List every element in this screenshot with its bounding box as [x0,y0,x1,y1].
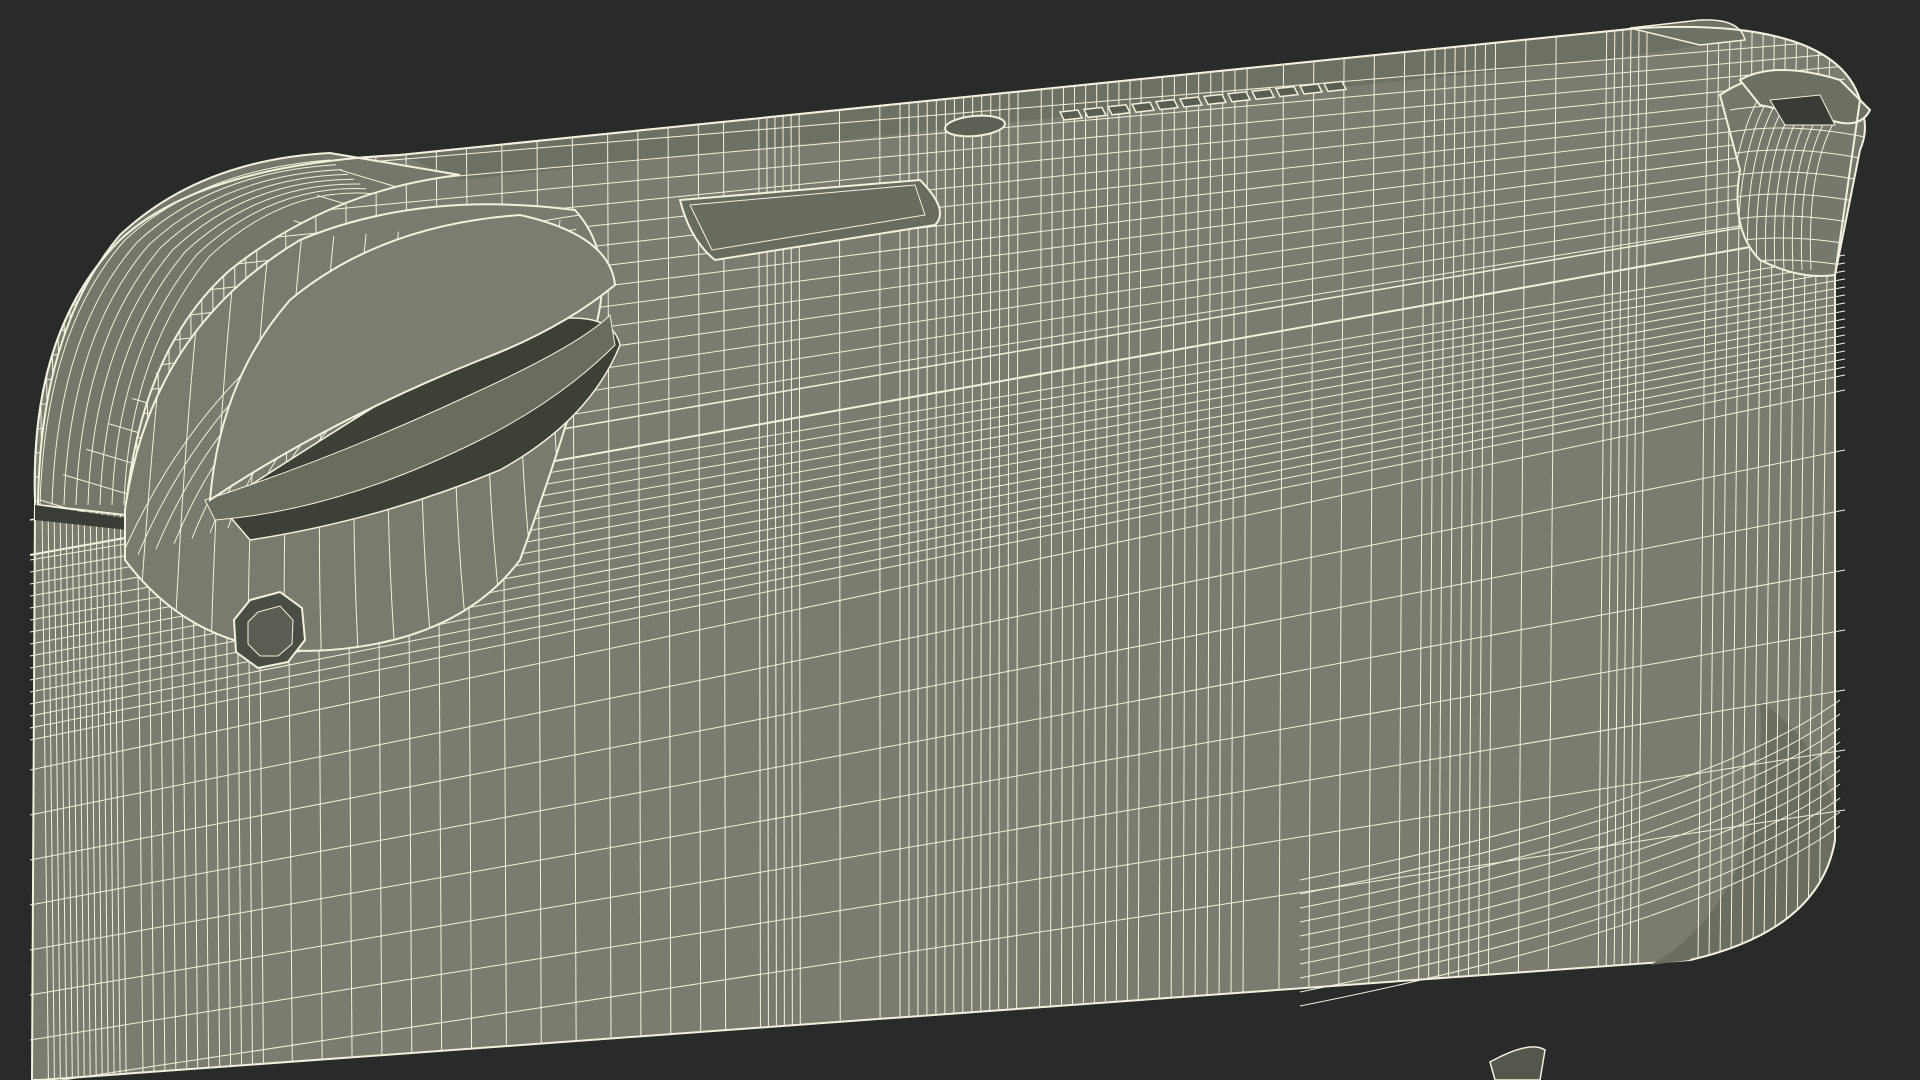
vent-slot [1106,103,1132,116]
wire-vertical [935,26,937,1080]
wireframe-model-render [0,0,1920,1080]
vent-slot [1058,109,1084,121]
3d-viewport [0,0,1920,1080]
vent-slot [1298,83,1324,95]
vent-slot [1322,80,1348,93]
vent-slot [1154,98,1180,111]
vent-slot [1226,90,1252,103]
vent-slot [1250,88,1276,101]
vent-slot [1202,93,1228,106]
wire-vertical [944,26,946,1080]
vent-slot [1178,96,1204,108]
vent-slot [1274,85,1300,98]
vent-slot [1130,101,1156,114]
vent-slot [1082,106,1108,119]
